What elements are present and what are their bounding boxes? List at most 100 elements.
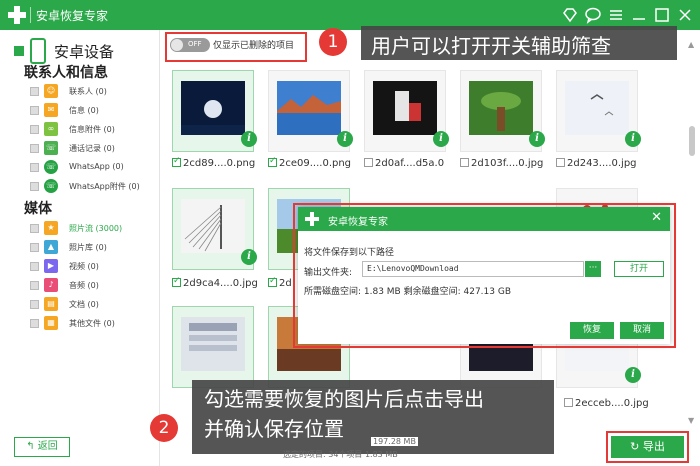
sidebar-item-photo-library[interactable]: ▲ 照片库 (0) [30, 239, 158, 257]
sidebar-item-video[interactable]: ▶ 视频 (0) [30, 258, 158, 276]
call-log-icon: ☏ [44, 141, 58, 155]
chat-icon[interactable] [583, 5, 603, 25]
file-name: 2d0af....d5a.0 [375, 158, 445, 169]
checkbox[interactable] [30, 125, 39, 134]
thumbnail-caption[interactable]: 2cd89....0.png [172, 156, 255, 172]
info-icon[interactable]: i [529, 131, 545, 147]
info-icon[interactable]: i [625, 131, 641, 147]
sidebar-item-label: 信息 (0) [69, 106, 99, 115]
sidebar-item-label: 照片流 (3000) [69, 224, 123, 233]
sidebar-item-message-attachments[interactable]: ∞ 信息附件 (0) [30, 121, 158, 139]
thumbnail-checkbox[interactable] [268, 276, 277, 287]
checkbox[interactable] [30, 281, 39, 290]
photo-moon [181, 81, 245, 135]
whatsapp-attachment-icon: ☏ [44, 179, 58, 193]
title-divider [30, 7, 31, 23]
thumbnail-caption[interactable]: 2ecceb....0.jpg [564, 398, 649, 412]
info-icon[interactable]: i [337, 131, 353, 147]
attachment-icon: ∞ [44, 122, 58, 136]
sidebar-item-whatsapp-attachments[interactable]: ☏ WhatsApp附件 (0) [30, 178, 158, 196]
diamond-icon[interactable] [560, 5, 580, 25]
whatsapp-icon: ☏ [44, 160, 58, 174]
thumbnail-9[interactable] [172, 306, 254, 388]
device-name: 安卓设备 [54, 43, 115, 61]
scroll-down-icon[interactable]: ▼ [688, 416, 694, 425]
photo-stage [373, 81, 437, 135]
checkbox[interactable] [30, 243, 39, 252]
maximize-icon[interactable] [652, 5, 672, 25]
thumbnail-checkbox[interactable] [172, 276, 181, 287]
file-name: 2ecceb....0.jpg [575, 398, 649, 409]
sidebar-item-whatsapp[interactable]: ☏ WhatsApp (0) [30, 159, 158, 177]
sidebar-item-messages[interactable]: ✉ 信息 (0) [30, 102, 158, 120]
tip-text-2-line1: 勾选需要恢复的图片后点击导出 [204, 387, 484, 411]
highlight-box-filter [165, 32, 307, 62]
info-icon[interactable]: i [433, 131, 449, 147]
sidebar-item-label: WhatsApp附件 (0) [69, 182, 140, 191]
file-name: 2d103f....0.jpg [471, 158, 544, 169]
thumbnail-caption[interactable]: 2d243....0.jpg [556, 158, 637, 172]
sidebar-item-photo-stream[interactable]: ★ 照片流 (3000) [30, 220, 158, 238]
sidebar-item-label: WhatsApp (0) [69, 162, 124, 171]
other-files-icon: ▦ [44, 316, 58, 330]
thumbnail-checkbox[interactable] [268, 156, 277, 167]
sidebar-item-contacts[interactable]: ☺ 联系人 (0) [30, 83, 158, 101]
contacts-icon: ☺ [44, 84, 58, 98]
info-icon[interactable]: i [241, 249, 257, 265]
thumbnail-checkbox[interactable] [364, 158, 373, 167]
thumbnail-caption[interactable]: 2d [268, 276, 292, 292]
status-total-size: 197.28 MB [371, 437, 418, 446]
scrollbar-thumb[interactable] [689, 126, 695, 156]
device-checkbox[interactable] [14, 46, 24, 56]
menu-icon[interactable] [606, 5, 626, 25]
checkbox[interactable] [30, 87, 39, 96]
sidebar-item-label: 通话记录 (0) [69, 144, 115, 153]
sidebar-item-label: 文档 (0) [69, 300, 99, 309]
file-name: 2d243....0.jpg [567, 158, 637, 169]
checkbox[interactable] [30, 262, 39, 271]
checkbox[interactable] [30, 319, 39, 328]
sidebar-item-label: 其他文件 (0) [69, 319, 115, 328]
thumbnail-caption[interactable]: 2d9ca4....0.jpg [172, 276, 258, 292]
minimize-icon[interactable] [629, 5, 649, 25]
message-icon: ✉ [44, 103, 58, 117]
photo-bird-sky [565, 81, 629, 135]
checkbox[interactable] [30, 300, 39, 309]
thumbnail-checkbox[interactable] [460, 158, 469, 167]
sidebar-item-label: 音频 (0) [69, 281, 99, 290]
checkbox[interactable] [30, 224, 39, 233]
checkbox[interactable] [30, 144, 39, 153]
info-icon[interactable]: i [625, 367, 641, 383]
back-button[interactable]: ↰ 返回 [14, 437, 70, 457]
photo-phone-screen [181, 317, 245, 371]
info-icon[interactable]: i [241, 131, 257, 147]
highlight-box-export [606, 431, 689, 463]
checkbox[interactable] [30, 163, 39, 172]
thumbnail-caption[interactable]: 2d0af....d5a.0 [364, 158, 444, 172]
photo-lake-mountains [277, 81, 341, 135]
thumbnail-checkbox[interactable] [564, 398, 573, 407]
sidebar-item-other-files[interactable]: ▦ 其他文件 (0) [30, 315, 158, 333]
close-icon[interactable] [675, 5, 695, 25]
step-badge-2: 2 [150, 414, 178, 442]
file-name: 2d9ca4....0.jpg [183, 278, 258, 289]
scroll-up-icon[interactable]: ▲ [688, 40, 694, 49]
back-button-label: 返回 [37, 441, 58, 452]
phone-icon [30, 38, 46, 64]
checkbox[interactable] [30, 106, 39, 115]
sidebar-item-label: 联系人 (0) [69, 87, 107, 96]
app-logo-icon [8, 6, 26, 24]
photo-library-icon: ▲ [44, 240, 58, 254]
sidebar-item-label: 照片库 (0) [69, 243, 107, 252]
thumbnail-caption[interactable]: 2d103f....0.jpg [460, 158, 543, 172]
thumbnail-checkbox[interactable] [556, 158, 565, 167]
audio-icon: ♪ [44, 278, 58, 292]
thumbnail-caption[interactable]: 2ce09....0.png [268, 156, 351, 172]
thumbnail-checkbox[interactable] [172, 156, 181, 167]
checkbox[interactable] [30, 182, 39, 191]
photo-garden [469, 81, 533, 135]
tip-callout-1: 用户可以打开开关辅助筛查 [361, 26, 677, 60]
sidebar-item-documents[interactable]: ▤ 文档 (0) [30, 296, 158, 314]
sidebar-item-call-log[interactable]: ☏ 通话记录 (0) [30, 140, 158, 158]
sidebar-item-audio[interactable]: ♪ 音频 (0) [30, 277, 158, 295]
